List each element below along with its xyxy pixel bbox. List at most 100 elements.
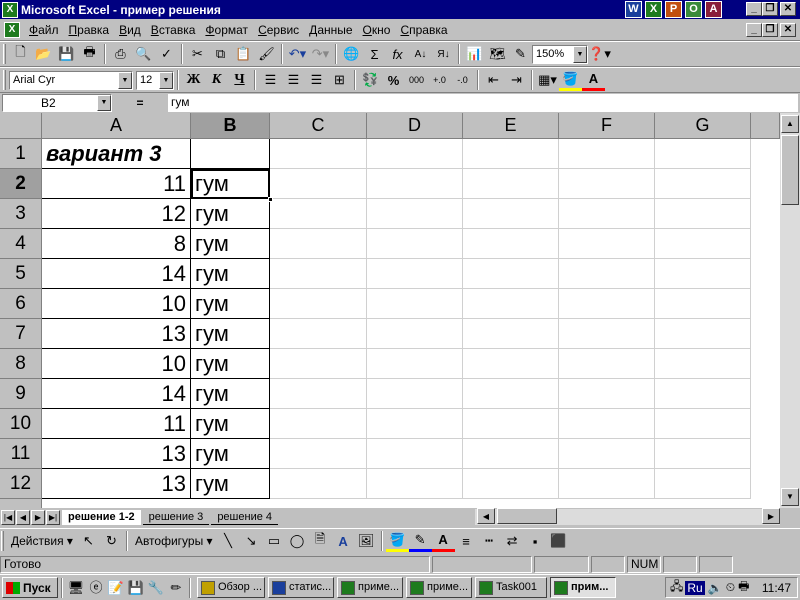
- cell-b12[interactable]: гум: [191, 469, 270, 499]
- menu-item[interactable]: Формат: [200, 23, 253, 37]
- thousands-button[interactable]: 000: [405, 69, 428, 91]
- menu-item[interactable]: Файл: [24, 23, 64, 37]
- chevron-down-icon[interactable]: ▼: [573, 45, 587, 63]
- scroll-up-button[interactable]: ▲: [781, 115, 799, 133]
- fill-handle[interactable]: [268, 197, 273, 202]
- tool-icon[interactable]: 🔧: [146, 578, 166, 598]
- paste-icon[interactable]: 📋: [232, 43, 255, 65]
- row-header[interactable]: 9: [0, 379, 42, 409]
- cell-empty[interactable]: [559, 439, 655, 469]
- cell-empty[interactable]: [655, 229, 751, 259]
- cell-empty[interactable]: [270, 139, 367, 169]
- cell-a7[interactable]: 13: [42, 319, 191, 349]
- autoshapes-menu[interactable]: Автофигуры ▾: [131, 534, 217, 548]
- 3d-icon[interactable]: ⬛: [547, 530, 570, 552]
- cell-empty[interactable]: [270, 259, 367, 289]
- toolbar-grip[interactable]: [1, 531, 4, 551]
- cell-empty[interactable]: [270, 289, 367, 319]
- wordart-icon[interactable]: A: [332, 530, 355, 552]
- align-left-icon[interactable]: ☰: [259, 69, 282, 91]
- column-header-d[interactable]: D: [367, 113, 463, 139]
- font-size-select[interactable]: 12 ▼: [136, 70, 174, 90]
- column-header-f[interactable]: F: [559, 113, 655, 139]
- restore-button[interactable]: ❐: [762, 2, 778, 16]
- row-header[interactable]: 12: [0, 469, 42, 499]
- cell-empty[interactable]: [270, 469, 367, 499]
- access-icon[interactable]: A: [705, 1, 722, 18]
- cell-empty[interactable]: [270, 319, 367, 349]
- cell-empty[interactable]: [367, 139, 463, 169]
- doc-close-button[interactable]: ✕: [780, 23, 796, 37]
- formula-input[interactable]: гум: [168, 94, 798, 112]
- cell-empty[interactable]: [463, 259, 559, 289]
- select-pointer-icon[interactable]: ↖: [77, 530, 100, 552]
- taskbar-button[interactable]: Task001: [475, 577, 547, 598]
- cell-empty[interactable]: [367, 199, 463, 229]
- sort-descending-icon[interactable]: Я↓: [432, 43, 455, 65]
- row-header[interactable]: 5: [0, 259, 42, 289]
- line-color-icon[interactable]: ✎: [408, 530, 432, 552]
- cell-empty[interactable]: [367, 439, 463, 469]
- percent-button[interactable]: %: [382, 69, 405, 91]
- cell-empty[interactable]: [367, 379, 463, 409]
- font-color-icon[interactable]: A: [431, 530, 455, 552]
- cell-empty[interactable]: [559, 469, 655, 499]
- cell-b8[interactable]: гум: [191, 349, 270, 379]
- notes-icon[interactable]: 📝: [106, 578, 126, 598]
- open-icon[interactable]: 📂: [32, 43, 55, 65]
- save-icon[interactable]: 💾: [55, 43, 78, 65]
- underline-button[interactable]: Ч: [228, 69, 251, 91]
- increase-decimal-icon[interactable]: +.0: [428, 69, 451, 91]
- cell-b4[interactable]: гум: [191, 229, 270, 259]
- cell-empty[interactable]: [655, 469, 751, 499]
- start-button[interactable]: Пуск: [2, 577, 58, 598]
- scheduler-icon[interactable]: ⏲: [726, 580, 735, 595]
- cell-empty[interactable]: [655, 289, 751, 319]
- cell-empty[interactable]: [463, 349, 559, 379]
- map-icon[interactable]: 🗺: [486, 43, 509, 65]
- row-header[interactable]: 11: [0, 439, 42, 469]
- menu-item[interactable]: Справка: [395, 23, 452, 37]
- cell-empty[interactable]: [655, 349, 751, 379]
- cell-empty[interactable]: [559, 289, 655, 319]
- currency-icon[interactable]: 💱: [359, 69, 382, 91]
- cell-empty[interactable]: [463, 199, 559, 229]
- row-header[interactable]: 1: [0, 139, 42, 169]
- cell-b1[interactable]: [191, 139, 270, 169]
- increase-indent-icon[interactable]: ⇥: [505, 69, 528, 91]
- cell-empty[interactable]: [559, 409, 655, 439]
- menu-item[interactable]: Окно: [358, 23, 396, 37]
- column-header-overflow[interactable]: [751, 113, 780, 139]
- arrow-icon[interactable]: ↘: [240, 530, 263, 552]
- scroll-thumb[interactable]: [781, 135, 799, 205]
- taskbar-button[interactable]: приме...: [406, 577, 472, 598]
- italic-button[interactable]: К: [205, 69, 228, 91]
- menu-item[interactable]: Данные: [304, 23, 357, 37]
- cell-empty[interactable]: [463, 409, 559, 439]
- cell-empty[interactable]: [270, 409, 367, 439]
- row-header[interactable]: [0, 499, 42, 508]
- sheet-tab[interactable]: решение 1-2: [62, 509, 141, 525]
- taskbar-button[interactable]: статис...: [268, 577, 334, 598]
- column-header-b[interactable]: B: [191, 113, 270, 139]
- menu-item[interactable]: Вставка: [146, 23, 201, 37]
- cut-icon[interactable]: ✂: [186, 43, 209, 65]
- line-style-icon[interactable]: ≡: [455, 530, 478, 552]
- row-header[interactable]: 3: [0, 199, 42, 229]
- volume-icon[interactable]: 🔈: [708, 581, 723, 595]
- language-indicator[interactable]: Ru: [685, 580, 705, 595]
- cell-empty[interactable]: [367, 319, 463, 349]
- help-icon[interactable]: ❓▾: [588, 43, 611, 65]
- cell-empty[interactable]: [559, 229, 655, 259]
- desktop-icon[interactable]: 🖥: [66, 578, 86, 598]
- line-icon[interactable]: ╲: [217, 530, 240, 552]
- font-name-select[interactable]: Arial Cyr ▼: [9, 70, 133, 90]
- zoom-select[interactable]: 150% ▼: [532, 44, 588, 64]
- cell-b9[interactable]: гум: [191, 379, 270, 409]
- menu-item[interactable]: Сервис: [253, 23, 304, 37]
- column-header-a[interactable]: A: [42, 113, 191, 139]
- word-icon[interactable]: W: [625, 1, 642, 18]
- cell-a1[interactable]: вариант 3: [42, 139, 191, 169]
- function-icon[interactable]: fx: [386, 43, 409, 65]
- drawing-icon[interactable]: ✎: [509, 43, 532, 65]
